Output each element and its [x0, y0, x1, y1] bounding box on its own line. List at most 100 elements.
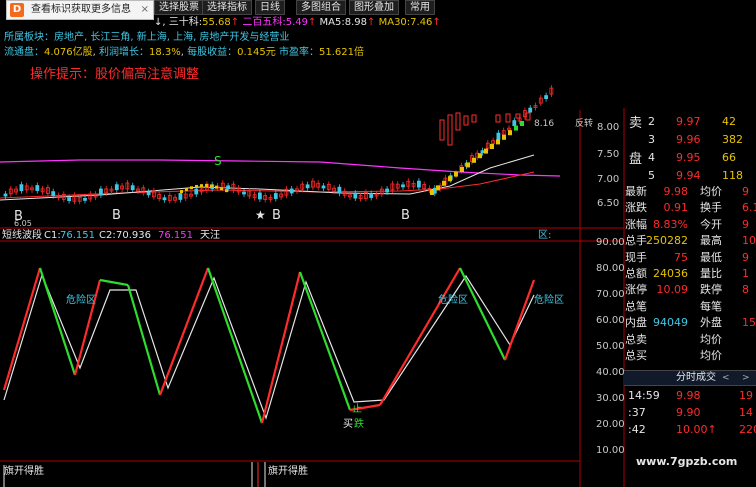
candle-body: [337, 186, 342, 194]
candle-body: [496, 132, 501, 140]
candle-body: [455, 112, 461, 131]
sell-price: 9.96: [676, 133, 701, 146]
float-label-3: 每股收益：: [187, 47, 238, 58]
trades-header-bar[interactable]: 分时成交 < >: [624, 370, 756, 386]
trade-price: 10.00↑: [676, 423, 717, 436]
candle-body: [321, 185, 326, 189]
ma-arrow-1: ↑: [230, 17, 240, 28]
candlesticks: [3, 85, 554, 205]
candle-body: [528, 107, 533, 113]
candle-body: [289, 188, 294, 194]
indicator-y-tick: 60.00: [596, 315, 625, 326]
sell-volume: 42: [722, 115, 736, 128]
trade-row: :42 10.00↑ 220: [624, 422, 756, 438]
sell-level: 4: [648, 151, 655, 164]
indicator-y-tick: 30.00: [596, 393, 625, 404]
stat-label: 每笔: [700, 299, 722, 313]
star-mark: ★: [255, 208, 266, 222]
candle-body: [512, 120, 517, 127]
stat-row: 总买 均价: [624, 348, 756, 364]
reversal-dot: [472, 157, 476, 163]
ma-value-4: 7.46: [410, 17, 433, 28]
ma-arrow-3: ↑: [367, 17, 376, 28]
sell-row[interactable]: 4 9.95 66: [624, 150, 756, 166]
trade-row: :37 9.90 14: [624, 405, 756, 421]
reversal-label: 反转: [575, 117, 593, 129]
indicator-segment: [298, 271, 352, 411]
trade-time: :37: [628, 406, 646, 419]
trade-price: 9.98: [676, 389, 701, 402]
reversal-dot: [210, 184, 213, 188]
candle-body: [83, 198, 87, 201]
candle-body: [439, 119, 445, 141]
candle-body: [273, 193, 278, 199]
stat-label: 换手: [700, 201, 722, 215]
sell-row[interactable]: 2 9.97 42: [624, 114, 756, 130]
stat-value: 6.1: [742, 201, 756, 215]
candle-body: [51, 191, 56, 197]
stat-row: 涨幅 8.83% 今开 9: [624, 217, 756, 233]
stat-label: 均价: [700, 332, 722, 346]
reversal-dot: [520, 121, 524, 126]
reversal-dot: [466, 162, 470, 168]
stat-row: 现手 75 最低 9: [624, 250, 756, 266]
ma-label-4: MA30:: [378, 17, 411, 28]
sector-line: 所属板块：房地产, 长江三角, 新上海, 上海, 房地产开发与经营业: [4, 32, 290, 43]
candle-body: [544, 95, 548, 99]
candle-body: [505, 113, 511, 123]
stat-label: 均价: [700, 185, 722, 198]
c1-label: C1:: [44, 230, 61, 241]
indicator-name: 短线波段: [2, 228, 42, 241]
stat-label: 涨幅: [625, 217, 647, 231]
stat-row: 涨停 10.09 跌停 8: [624, 282, 756, 298]
candle-body: [369, 193, 374, 198]
sell-row[interactable]: 3 9.96 382: [624, 132, 756, 148]
stat-label: 外盘: [700, 316, 722, 330]
trades-prev-icon[interactable]: <: [722, 371, 730, 385]
ma-arrow-4: ↑: [432, 17, 441, 28]
sell-row[interactable]: 5 9.94 118: [624, 168, 756, 184]
candle-body: [19, 184, 24, 192]
trades-next-icon[interactable]: >: [742, 371, 750, 385]
stat-label: 总额: [625, 267, 647, 280]
ma-value-3: 8.98: [344, 17, 368, 28]
danger-zone-label: 危险区: [66, 293, 96, 306]
stat-label: 总笔: [625, 299, 647, 313]
stat-value: 8: [742, 283, 749, 297]
indicator-y-tick: 90.00: [596, 237, 625, 248]
operation-tip: 操作提示：股价偏高注意调整: [30, 67, 200, 82]
reversal-dot: [448, 176, 452, 182]
sell-volume: 382: [722, 133, 743, 146]
reversal-dot: [195, 184, 198, 188]
stat-label: 涨停: [625, 283, 647, 297]
sell-volume: 66: [722, 151, 736, 164]
indicator-segment: [99, 278, 129, 287]
stat-row: 总卖 均价: [624, 332, 756, 348]
reversal-dot: [430, 190, 434, 195]
stat-row: 最新 9.98 均价 9: [624, 184, 756, 200]
sell-level: 3: [648, 133, 655, 146]
stat-label: 总卖: [625, 332, 647, 346]
trade-price: 9.90: [676, 406, 701, 419]
stat-value: 1: [742, 267, 749, 280]
reversal-dot: [442, 180, 446, 186]
candle-body: [353, 192, 358, 199]
trade-volume: 14: [739, 406, 753, 419]
indicator-segment: [206, 267, 264, 424]
ma-label-2: 二百五科:: [242, 17, 286, 28]
low-price-label: 6.05: [14, 219, 32, 228]
candle-body: [194, 188, 199, 195]
c2-label: C2:: [99, 230, 116, 241]
stat-value: 9.98: [663, 185, 689, 198]
reversal-dot: [180, 190, 183, 193]
candle-body: [471, 114, 477, 123]
indicator-segment: [38, 267, 77, 376]
float-label-4: 市盈率：: [278, 47, 319, 58]
stop-label: 止: [352, 403, 362, 415]
stat-value: 10.09: [656, 283, 689, 297]
stat-label: 最高: [700, 234, 722, 248]
reversal-dot: [478, 153, 482, 159]
stat-label: 内盘: [625, 316, 647, 330]
float-label-2: 利润增长：: [99, 47, 149, 58]
reversal-dot: [436, 185, 440, 191]
